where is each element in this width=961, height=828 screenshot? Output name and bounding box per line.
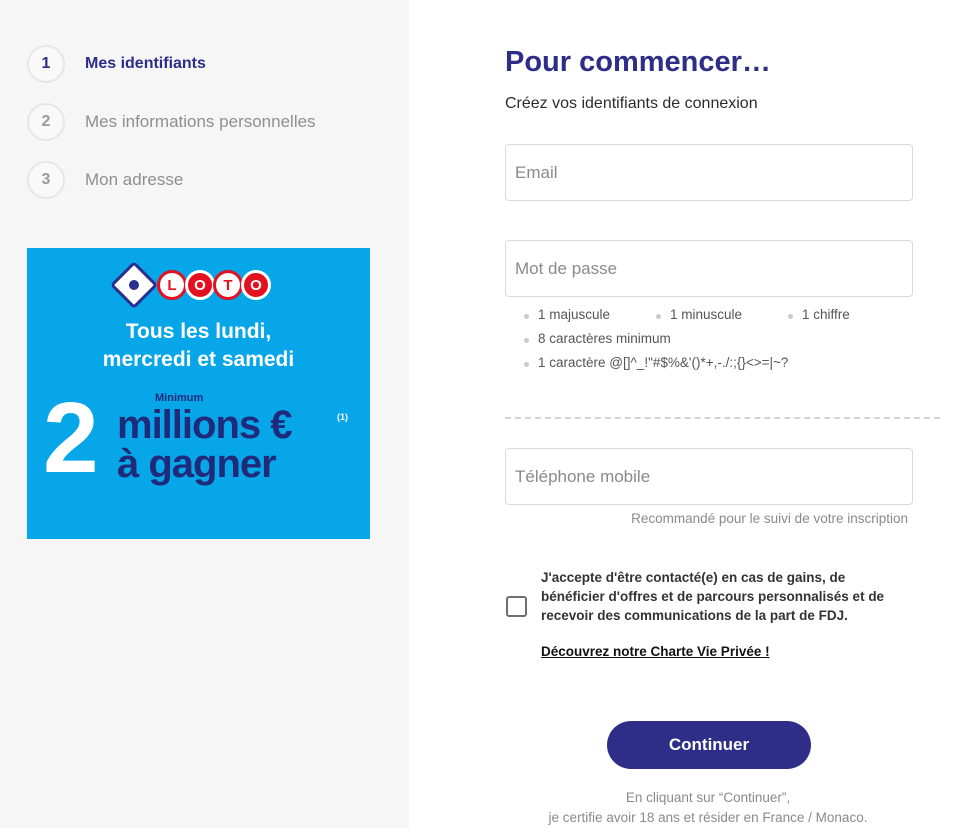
privacy-charter-link[interactable]: Découvrez notre Charte Vie Privée ! [541,644,770,659]
section-divider [505,417,940,419]
age-certification-note: En cliquant sur “Continuer”, je certifie… [500,788,916,828]
phone-hint: Recommandé pour le suivi de votre inscri… [631,511,908,526]
loto-ball: O [241,270,271,300]
step-identifiants: 1 Mes identifiants [27,45,206,83]
loto-balls: L O T O [157,270,271,300]
step-label: Mon adresse [85,170,184,189]
step-label: Mes identifiants [85,55,206,72]
password-rule: 1 majuscule [523,307,611,322]
step-number: 1 [27,45,65,83]
consent-text: J'accepte d'être contacté(e) en cas de g… [541,570,885,623]
loto-ball: O [185,270,215,300]
logo-letter: O [194,276,206,294]
password-rule: 1 chiffre [788,307,850,322]
page-title: Pour commencer… [505,46,771,78]
loto-promo-banner[interactable]: L O T O Tous les lundi, mercredi et same… [27,248,370,539]
loto-logo: L O T O [109,260,271,310]
footer-line: je certifie avoir 18 ans et résider en F… [548,810,868,825]
progress-sidebar: 1 Mes identifiants 2 Mes informations pe… [0,0,409,828]
tagline-line: mercredi et samedi [102,348,295,371]
consent-checkbox[interactable] [506,596,527,617]
step-number: 2 [27,103,65,141]
footer-line: En cliquant sur “Continuer”, [625,790,791,805]
continue-button[interactable]: Continuer [607,721,811,769]
logo-letter: L [167,276,177,294]
tagline-line: Tous les lundi, [125,320,272,343]
page-subtitle: Créez vos identifiants de connexion [505,95,758,112]
step-number: 3 [27,161,65,199]
step-label: Mes informations personnelles [85,112,316,131]
loto-ball: L [157,270,187,300]
password-rule: 1 minuscule [655,307,743,322]
jackpot-amount: millions € [117,403,292,447]
jackpot-number: 2 [43,382,99,494]
logo-letter: T [223,276,233,294]
password-field[interactable] [505,240,913,297]
jackpot-footnote: (1) [337,412,348,422]
step-adresse: 3 Mon adresse [27,161,183,199]
jackpot-gagner: à gagner [117,442,277,486]
loto-ball: T [213,270,243,300]
phone-field[interactable] [505,448,913,505]
password-rule: 8 caractères minimum [524,331,671,346]
password-rule: 1 caractère @[]^_!"#$%&'()*+,-./:;{}<>=|… [523,355,789,370]
email-field[interactable] [505,144,913,201]
banner-tagline: Tous les lundi, mercredi et samedi [27,318,370,374]
logo-letter: O [250,276,262,294]
step-informations-personnelles: 2 Mes informations personnelles [27,103,316,141]
fdj-clover-icon [109,260,159,310]
